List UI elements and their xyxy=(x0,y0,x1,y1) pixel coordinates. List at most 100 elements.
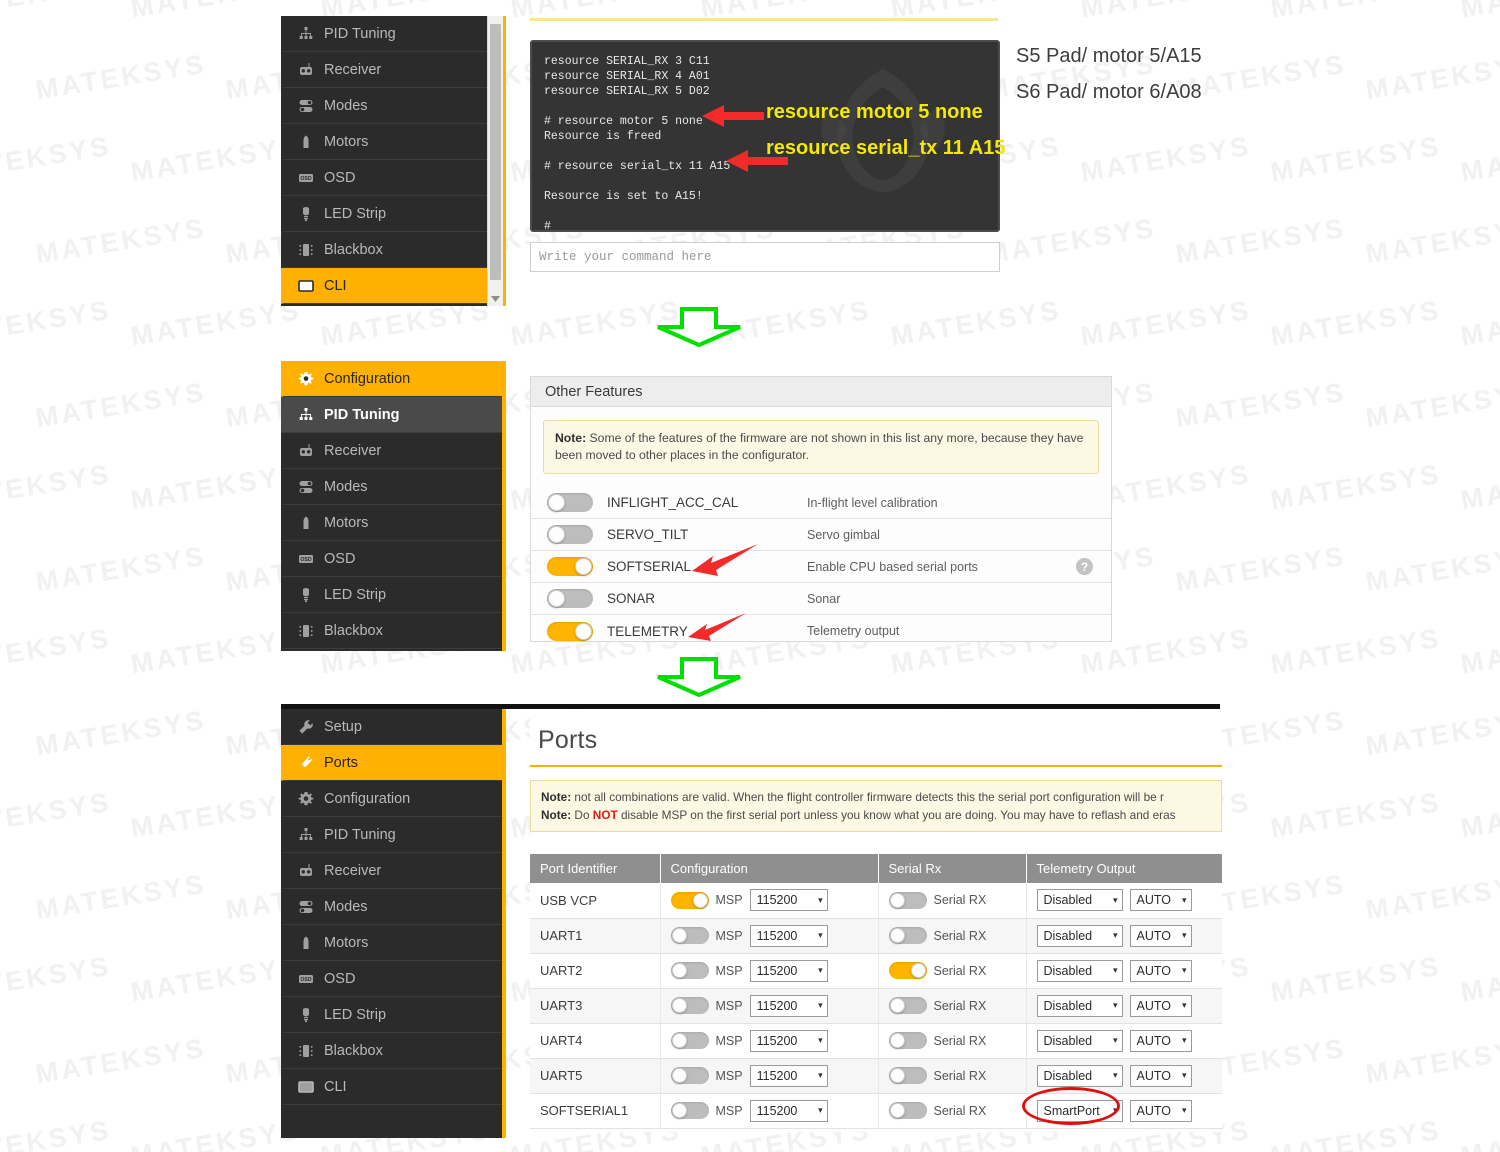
serial-rx-cell: Serial RX xyxy=(878,988,1027,1024)
telemetry-select-uart3[interactable]: Disabled ▾ xyxy=(1036,994,1123,1017)
other-features-panel: Other Features Note: Some of the feature… xyxy=(530,376,1112,642)
sidebar-item-label: Receiver xyxy=(324,862,382,879)
chevron-down-icon: ▾ xyxy=(1112,930,1118,940)
cli-sidebar-item-pid-tuning[interactable]: PID Tuning xyxy=(281,16,502,52)
feature-toggle-inflight_acc_cal[interactable] xyxy=(547,493,593,512)
scrollbar-thumb[interactable] xyxy=(490,24,501,280)
cli-sidebar-scrollbar[interactable] xyxy=(487,16,503,306)
serial-rx-toggle-uart4[interactable] xyxy=(888,1032,927,1049)
serial-rx-toggle-uart5[interactable] xyxy=(888,1067,927,1084)
config-sidebar-item-configuration[interactable]: Configuration xyxy=(281,361,502,397)
msp-toggle-uart3[interactable] xyxy=(670,997,709,1014)
msp-toggle-uart4[interactable] xyxy=(670,1032,709,1049)
feature-toggle-softserial[interactable] xyxy=(547,557,593,576)
msp-toggle-uart2[interactable] xyxy=(670,962,709,979)
configuration-sidebar[interactable]: Configuration PID Tuning Receiver Modes Moto… xyxy=(281,361,506,651)
osd-icon: OSD xyxy=(298,551,324,567)
config-sidebar-item-receiver[interactable]: Receiver xyxy=(281,433,502,469)
msp-toggle-uart1[interactable] xyxy=(670,927,709,944)
cli-sidebar-item-blackbox[interactable]: Blackbox xyxy=(281,232,502,268)
watermark-text: MATEKSYS xyxy=(1269,0,1444,24)
note1-text: not all combinations are valid. When the… xyxy=(571,790,1164,804)
cli-sidebar-item-cli[interactable]: CLI xyxy=(281,268,502,304)
ports-note-1: Note: not all combinations are valid. Wh… xyxy=(541,788,1211,806)
serial-rx-toggle-uart1[interactable] xyxy=(888,927,927,944)
ports-sidebar-item-motors[interactable]: Motors xyxy=(281,925,502,961)
msp-toggle-uart5[interactable] xyxy=(670,1067,709,1084)
cli-sidebar-item-osd[interactable]: OSD OSD xyxy=(281,160,502,196)
receiver-icon xyxy=(298,62,324,78)
cli-sidebar-item-motors[interactable]: Motors xyxy=(281,124,502,160)
watermark-text: MATEKSYS xyxy=(1458,622,1500,680)
ports-sidebar-item-blackbox[interactable]: Blackbox xyxy=(281,1033,502,1069)
baud-select-uart5[interactable]: 115200 ▾ xyxy=(749,1064,828,1087)
feature-toggle-sonar[interactable] xyxy=(547,589,593,608)
baud-select-uart4[interactable]: 115200 ▾ xyxy=(749,1029,828,1052)
serial-rx-toggle-uart3[interactable] xyxy=(888,997,927,1014)
config-sidebar-item-blackbox[interactable]: Blackbox xyxy=(281,613,502,649)
serial-rx-label: Serial RX xyxy=(933,963,987,978)
watermark-text: MATEKSYS xyxy=(128,294,304,352)
config-sidebar-item-pid-tuning[interactable]: PID Tuning xyxy=(281,397,502,433)
ports-sidebar-item-cli[interactable]: CLI xyxy=(281,1069,502,1105)
baud-select-uart2[interactable]: 115200 ▾ xyxy=(749,959,828,982)
ports-sidebar-item-ports[interactable]: Ports xyxy=(281,745,502,781)
config-sidebar-item-osd[interactable]: OSD OSD xyxy=(281,541,502,577)
msp-label: MSP xyxy=(715,1033,743,1048)
cli-icon xyxy=(298,1079,324,1095)
config-sidebar-item-led-strip[interactable]: LED Strip xyxy=(281,577,502,613)
telemetry-select-uart1[interactable]: Disabled ▾ xyxy=(1036,924,1123,947)
msp-label: MSP xyxy=(715,963,743,978)
serial-rx-toggle-usb-vcp[interactable] xyxy=(888,891,927,909)
baud-select-uart1[interactable]: 115200 ▾ xyxy=(749,924,828,947)
scroll-down-arrow-icon[interactable] xyxy=(488,292,503,306)
telemetry-rate-select-uart2[interactable]: AUTO ▾ xyxy=(1129,959,1192,982)
ports-sidebar-item-modes[interactable]: Modes xyxy=(281,889,502,925)
telemetry-select-uart2[interactable]: Disabled ▾ xyxy=(1036,959,1123,982)
telemetry-rate-select-uart4[interactable]: AUTO ▾ xyxy=(1129,1029,1192,1052)
ports-sidebar-item-pid-tuning[interactable]: PID Tuning xyxy=(281,817,502,853)
telemetry-rate-select-softserial1[interactable]: AUTO ▾ xyxy=(1129,1099,1192,1122)
watermark-text: MATEKSYS xyxy=(33,540,209,598)
baud-select-uart3[interactable]: 115200 ▾ xyxy=(749,994,828,1017)
serial-rx-toggle-softserial1[interactable] xyxy=(888,1102,927,1119)
cli-sidebar[interactable]: PID Tuning Receiver Modes Motors OSD OSD LED S… xyxy=(281,16,506,306)
ports-sidebar-item-receiver[interactable]: Receiver xyxy=(281,853,502,889)
feature-toggle-servo_tilt[interactable] xyxy=(547,525,593,544)
baud-select-softserial1[interactable]: 115200 ▾ xyxy=(749,1099,828,1122)
chevron-down-icon: ▾ xyxy=(818,1035,823,1045)
ports-sidebar-item-configuration[interactable]: Configuration xyxy=(281,781,502,817)
ports-sidebar-item-led-strip[interactable]: LED Strip xyxy=(281,997,502,1033)
telemetry-rate-select-uart1[interactable]: AUTO ▾ xyxy=(1129,924,1192,947)
toggle-knob xyxy=(889,1033,905,1048)
telemetry-select-uart5[interactable]: Disabled ▾ xyxy=(1036,1064,1123,1087)
telemetry-rate-select-usb-vcp[interactable]: AUTO ▾ xyxy=(1129,889,1192,912)
telemetry-rate-select-uart3[interactable]: AUTO ▾ xyxy=(1129,994,1192,1017)
config-sidebar-item-motors[interactable]: Motors xyxy=(281,505,502,541)
feature-toggle-telemetry[interactable] xyxy=(547,621,593,641)
help-icon[interactable]: ? xyxy=(1076,558,1093,575)
sidebar-item-label: PID Tuning xyxy=(324,25,396,42)
baud-select-usb-vcp[interactable]: 115200 ▾ xyxy=(749,889,828,912)
telemetry-rate-select-uart5[interactable]: AUTO ▾ xyxy=(1129,1064,1192,1087)
msp-toggle-softserial1[interactable] xyxy=(670,1102,709,1119)
cli-sidebar-item-receiver[interactable]: Receiver xyxy=(281,52,502,88)
ports-sidebar-item-setup[interactable]: Setup xyxy=(281,709,502,745)
ports-sidebar-item-osd[interactable]: OSD OSD xyxy=(281,961,502,997)
telemetry-select-softserial1[interactable]: SmartPort ▾ xyxy=(1036,1099,1123,1122)
ports-content: Ports Note: not all combinations are val… xyxy=(530,712,1222,1132)
cli-command-input[interactable]: Write your command here xyxy=(530,242,1000,272)
cli-sidebar-item-led-strip[interactable]: LED Strip xyxy=(281,196,502,232)
chevron-down-icon: ▾ xyxy=(1112,894,1118,905)
watermark-text: MATEKSYS xyxy=(1173,540,1349,598)
motors-icon xyxy=(298,134,324,150)
telemetry-select-usb-vcp[interactable]: Disabled ▾ xyxy=(1036,889,1123,912)
serial-rx-toggle-uart2[interactable] xyxy=(888,962,927,979)
feature-description: Sonar xyxy=(807,591,841,606)
ports-title-divider xyxy=(530,765,1222,767)
cli-sidebar-item-modes[interactable]: Modes xyxy=(281,88,502,124)
ports-sidebar[interactable]: Setup Ports Configuration PID Tuning Receive… xyxy=(281,709,506,1138)
config-sidebar-item-modes[interactable]: Modes xyxy=(281,469,502,505)
telemetry-select-uart4[interactable]: Disabled ▾ xyxy=(1036,1029,1123,1052)
msp-toggle-usb-vcp[interactable] xyxy=(670,891,709,909)
